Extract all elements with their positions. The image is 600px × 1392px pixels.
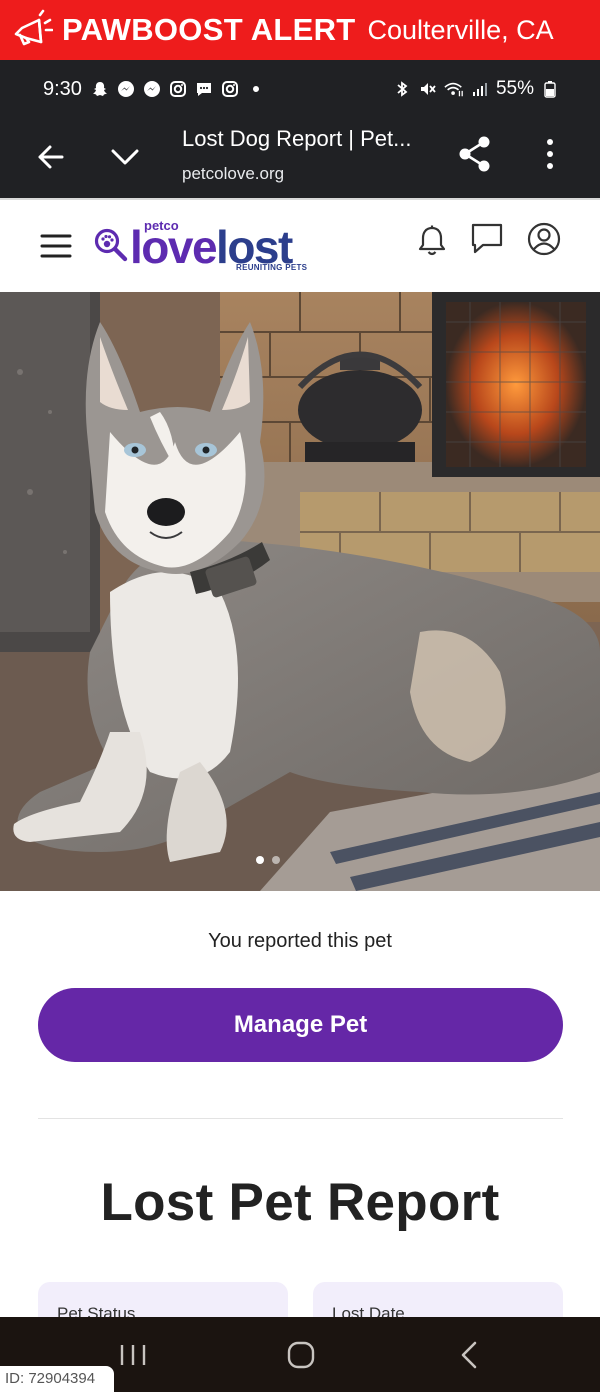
site-header: petco lovelost REUNITING PETS xyxy=(0,198,600,292)
bluetooth-icon xyxy=(392,79,412,99)
alert-location: Coulterville, CA xyxy=(367,14,554,45)
nav-back-icon[interactable] xyxy=(458,1341,480,1369)
carousel-dot-active[interactable] xyxy=(256,856,264,864)
chat-bubble-icon xyxy=(194,79,214,99)
messages-icon[interactable] xyxy=(470,222,504,256)
logo-love-text: love xyxy=(130,221,218,273)
carousel-dots xyxy=(256,856,280,864)
paw-search-icon xyxy=(94,228,128,262)
status-time: 9:30 xyxy=(43,77,82,100)
dot-icon xyxy=(246,79,266,99)
section-divider xyxy=(38,1118,563,1119)
reported-status-text: You reported this pet xyxy=(208,930,392,952)
bell-icon[interactable] xyxy=(416,224,448,258)
logo-tagline: REUNITING PETS xyxy=(236,263,308,272)
chevron-down-icon[interactable] xyxy=(106,138,144,176)
megaphone-icon xyxy=(8,7,54,53)
page: PAWBOOST ALERT Coulterville, CA 9:30 55%… xyxy=(0,0,600,1392)
husky-photo[interactable] xyxy=(0,292,600,891)
home-icon[interactable] xyxy=(287,1341,315,1369)
alert-banner: PAWBOOST ALERT Coulterville, CA xyxy=(0,0,600,60)
battery-icon xyxy=(540,79,560,99)
carousel-dot[interactable] xyxy=(272,856,280,864)
system-icons: 55% xyxy=(392,78,560,100)
report-title: Lost Pet Report xyxy=(100,1173,500,1232)
messenger-icon xyxy=(142,79,162,99)
messenger-icon xyxy=(116,79,136,99)
recent-apps-icon[interactable] xyxy=(118,1343,148,1367)
account-icon[interactable] xyxy=(527,222,561,256)
notification-icons xyxy=(90,79,266,99)
status-bar: 9:30 55% xyxy=(0,60,600,118)
lovelost-logo[interactable]: petco lovelost REUNITING PETS xyxy=(94,214,334,278)
alert-title: PAWBOOST ALERT xyxy=(62,12,356,47)
back-arrow-icon[interactable] xyxy=(32,138,70,176)
battery-percent: 55% xyxy=(495,78,534,99)
share-icon[interactable] xyxy=(456,134,494,174)
url-text[interactable]: petcolove.org xyxy=(182,164,284,184)
signal-icon xyxy=(470,79,490,99)
more-options-icon[interactable] xyxy=(540,134,560,174)
mute-icon xyxy=(418,79,438,99)
manage-pet-button[interactable]: Manage Pet xyxy=(38,988,563,1062)
instagram-icon xyxy=(168,79,188,99)
wifi-icon xyxy=(444,79,464,99)
hamburger-menu-icon[interactable] xyxy=(40,232,72,260)
snapchat-icon xyxy=(90,79,110,99)
page-title-tab[interactable]: Lost Dog Report | Pet... xyxy=(182,126,412,152)
id-badge: ID: 72904394 xyxy=(0,1366,114,1392)
browser-toolbar: Lost Dog Report | Pet... petcolove.org xyxy=(0,118,600,198)
instagram-icon xyxy=(220,79,240,99)
